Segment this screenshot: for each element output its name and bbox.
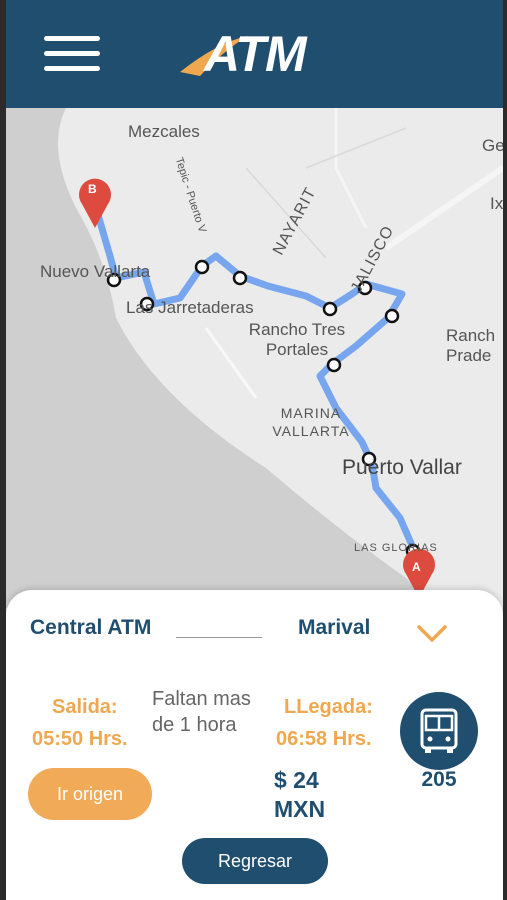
departure-time: 05:50 Hrs.	[32, 728, 128, 750]
map-label-nuevo-vallarta: Nuevo Vallarta	[40, 262, 151, 281]
chevron-down-icon[interactable]	[416, 624, 448, 644]
remaining-time-text: Faltan mas de 1 hora	[152, 688, 251, 736]
logo-text: ATM	[204, 26, 307, 82]
route-divider	[176, 637, 262, 638]
origin-name: Central ATM	[30, 616, 152, 639]
map-label-las-glorias: LAS GLORIAS	[354, 542, 438, 554]
atm-logo: ATM	[178, 22, 338, 82]
marker-a-label: A	[412, 560, 421, 574]
map-label-mezcales: Mezcales	[128, 122, 200, 141]
route-map[interactable]: B A Mezcales Ge Ix Nuevo Vallarta Las Ja…	[6, 108, 503, 608]
map-label-puerto-vallarta: Puerto Vallar	[342, 456, 462, 479]
fare-price: $ 24 MXN	[274, 767, 326, 822]
arrival-label: LLegada:	[284, 696, 373, 718]
departure-label: Salida:	[52, 696, 118, 718]
map-label-ix: Ix	[490, 194, 503, 213]
bus-number: 205	[421, 768, 457, 791]
destination-name: Marival	[298, 616, 371, 639]
map-label-rancho-prade: Ranch Prade	[446, 326, 496, 365]
app-screen: ATM B A Mezcales Ge Ix Nuevo Vallarta La…	[6, 0, 503, 900]
app-header: ATM	[6, 0, 503, 108]
arrival-time: 06:58 Hrs.	[276, 728, 372, 750]
bus-button[interactable]	[400, 692, 478, 770]
map-label-rancho-tres-portales: Rancho Tres Portales	[248, 320, 346, 359]
map-label-marina-vallarta: MARINA VALLARTA	[272, 405, 350, 439]
regresar-button[interactable]: Regresar	[182, 838, 328, 884]
bus-icon	[420, 708, 458, 753]
marker-b-label: B	[88, 182, 97, 196]
ir-origen-button[interactable]: Ir origen	[28, 768, 152, 820]
trip-details-card: Central ATM Marival Salida: 05:50 Hrs. F…	[6, 590, 503, 900]
map-label-ge: Ge	[482, 136, 503, 155]
menu-icon[interactable]	[44, 36, 100, 72]
map-label-las-jarretaderas: Las Jarretaderas	[126, 298, 254, 317]
